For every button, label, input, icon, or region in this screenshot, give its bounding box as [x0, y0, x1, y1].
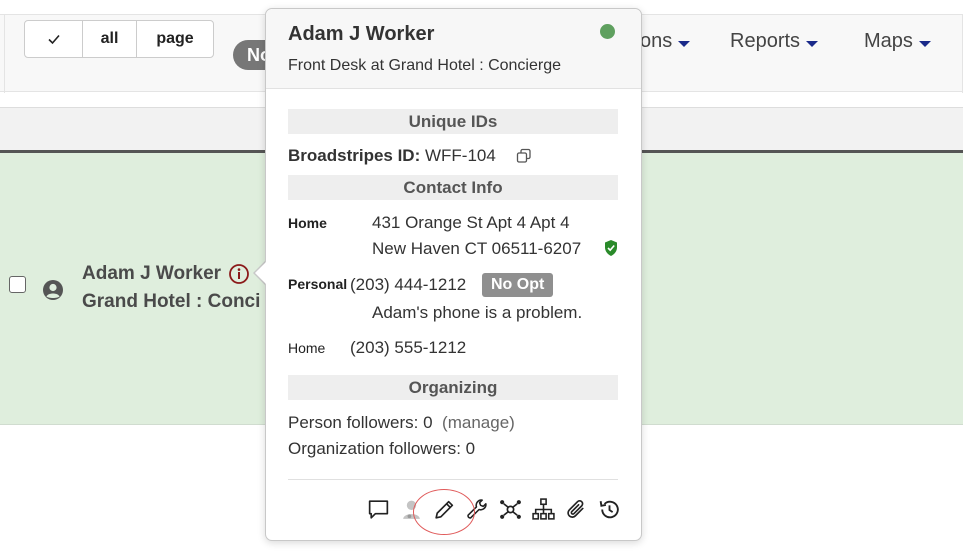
paperclip-icon[interactable]	[564, 497, 589, 522]
person-circle-icon	[43, 280, 63, 300]
select-all-button[interactable]: all	[83, 21, 137, 57]
status-indicator	[600, 24, 615, 39]
home-phone-number[interactable]: (203) 555-1212	[350, 338, 466, 358]
org-followers-label: Organization followers:	[288, 439, 461, 458]
network-icon[interactable]	[498, 497, 523, 522]
select-check-button[interactable]	[25, 21, 83, 57]
popover-person-name: Adam J Worker	[288, 23, 435, 45]
home-phone-label: Home	[288, 340, 326, 356]
popover-header: Adam J Worker Front Desk at Grand Hotel …	[266, 9, 641, 89]
broadstripes-id-label: Broadstripes ID:	[288, 146, 421, 165]
chevron-down-icon	[806, 40, 819, 47]
person-followers-label: Person followers:	[288, 413, 419, 432]
chevron-down-icon	[678, 40, 691, 47]
broadstripes-id-value: WFF-104	[424, 146, 496, 165]
select-page-button[interactable]: page	[137, 21, 213, 57]
menu-maps-label: Maps	[864, 30, 913, 52]
comment-icon[interactable]	[366, 497, 391, 522]
info-icon[interactable]	[228, 263, 250, 285]
popover-divider	[288, 479, 618, 480]
verified-shield-icon	[605, 240, 617, 256]
menu-actions[interactable]: ons	[640, 30, 691, 53]
menu-actions-label: ons	[640, 30, 673, 52]
address-line-1: 431 Orange St Apt 4 Apt 4	[372, 213, 570, 232]
section-unique-ids: Unique IDs	[288, 109, 618, 134]
phone-note: Adam's phone is a problem.	[372, 303, 583, 322]
menu-maps[interactable]: Maps	[864, 30, 931, 53]
popover-arrow-fill	[255, 261, 267, 285]
personal-phone-label: Personal	[288, 276, 348, 292]
org-followers-row: Organization followers: 0	[288, 439, 475, 459]
row-employer: Grand Hotel : Conci	[82, 291, 261, 312]
person-followers-row: Person followers: 0 (manage)	[288, 413, 515, 433]
person-followers-count: 0	[423, 413, 433, 432]
address-line-2: New Haven CT 06511-6207	[372, 239, 582, 258]
popover-actions	[366, 497, 622, 522]
row-checkbox[interactable]	[9, 276, 26, 293]
org-chart-icon[interactable]	[531, 497, 556, 522]
check-icon	[47, 34, 60, 45]
popover-job-title: Front Desk at Grand Hotel : Concierge	[288, 57, 562, 74]
select-button-group: all page	[24, 20, 214, 58]
copy-icon[interactable]	[516, 148, 532, 164]
row-person-name[interactable]: Adam J Worker	[82, 263, 221, 285]
chevron-down-icon	[918, 40, 931, 47]
section-contact-info: Contact Info	[288, 175, 618, 200]
section-organizing: Organizing	[288, 375, 618, 400]
person-popover: Adam J Worker Front Desk at Grand Hotel …	[265, 8, 642, 541]
address-label: Home	[288, 215, 327, 231]
manage-followers-link[interactable]: (manage)	[442, 413, 515, 432]
personal-phone-number[interactable]: (203) 444-1212	[350, 275, 466, 295]
highlight-circle-annotation	[413, 489, 475, 535]
menu-reports-label: Reports	[730, 30, 801, 52]
no-opt-badge: No Opt	[482, 273, 554, 297]
history-icon[interactable]	[597, 497, 622, 522]
broadstripes-id-row: Broadstripes ID: WFF-104	[288, 146, 496, 166]
org-followers-count: 0	[465, 439, 476, 458]
menu-reports[interactable]: Reports	[730, 30, 819, 53]
